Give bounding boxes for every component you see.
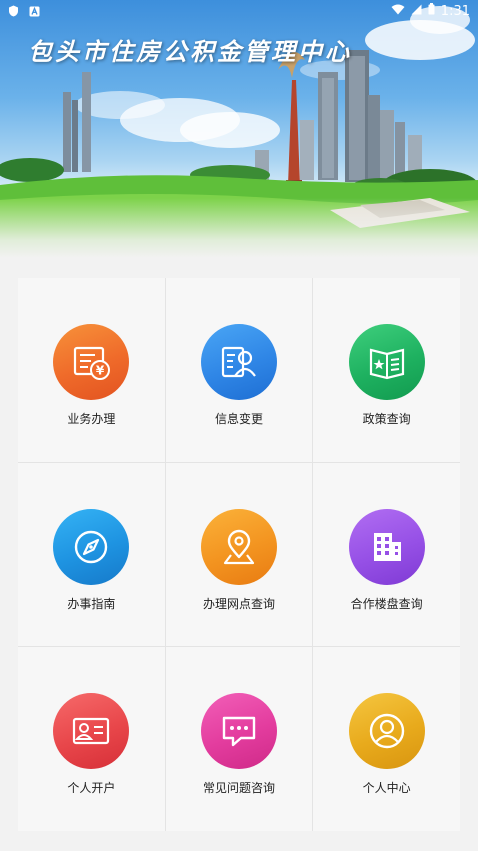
status-time: 1:31 [440,3,470,19]
chat-bubble-icon [200,693,277,770]
menu-item-property-query[interactable]: 合作楼盘查询 [313,462,460,647]
a-icon [29,2,40,21]
menu-item-personal-center[interactable]: 个人中心 [313,647,460,831]
wifi-icon [391,4,405,19]
profile-card-icon [200,324,277,400]
signal-icon [411,4,422,19]
menu-item-label: 政策查询 [362,412,411,426]
menu-item-faq[interactable]: 常见问题咨询 [165,647,313,831]
menu-item-branch-query[interactable]: 办理网点查询 [165,462,313,647]
shield-icon [8,2,19,21]
menu-item-label: 办理网点查询 [202,596,275,611]
service-menu-grid: ¥ 业务办理 信息变更 政策查询 办事指南 办理网点查询 合作楼盘查询 个人开户… [18,278,460,831]
banner-fade [0,198,478,258]
menu-item-label: 信息变更 [214,412,263,426]
menu-item-guide[interactable]: 办事指南 [18,462,165,647]
location-pin-icon [200,508,277,585]
menu-item-label: 合作楼盘查询 [350,596,423,611]
menu-item-label: 个人开户 [67,781,116,796]
header-banner: 包头市住房公积金管理中心 [0,0,478,258]
id-card-icon [53,693,130,770]
compass-icon [53,508,130,585]
menu-item-label: 常见问题咨询 [202,781,275,796]
menu-item-label: 办事指南 [67,596,116,611]
status-bar: 1:31 [0,0,478,22]
user-circle-icon [348,693,425,770]
document-yen-icon: ¥ [53,324,130,400]
menu-item-policy-query[interactable]: 政策查询 [313,278,460,462]
menu-item-label: 个人中心 [362,781,411,796]
menu-item-open-account[interactable]: 个人开户 [18,647,165,831]
building-icon [348,508,425,585]
svg-text:¥: ¥ [96,364,105,378]
menu-item-info-change[interactable]: 信息变更 [165,278,313,462]
menu-item-label: 业务办理 [67,412,116,426]
menu-item-business[interactable]: ¥ 业务办理 [18,278,165,462]
battery-icon [428,3,435,19]
policy-book-icon [348,324,425,400]
banner-title: 包头市住房公积金管理中心 [28,37,352,66]
